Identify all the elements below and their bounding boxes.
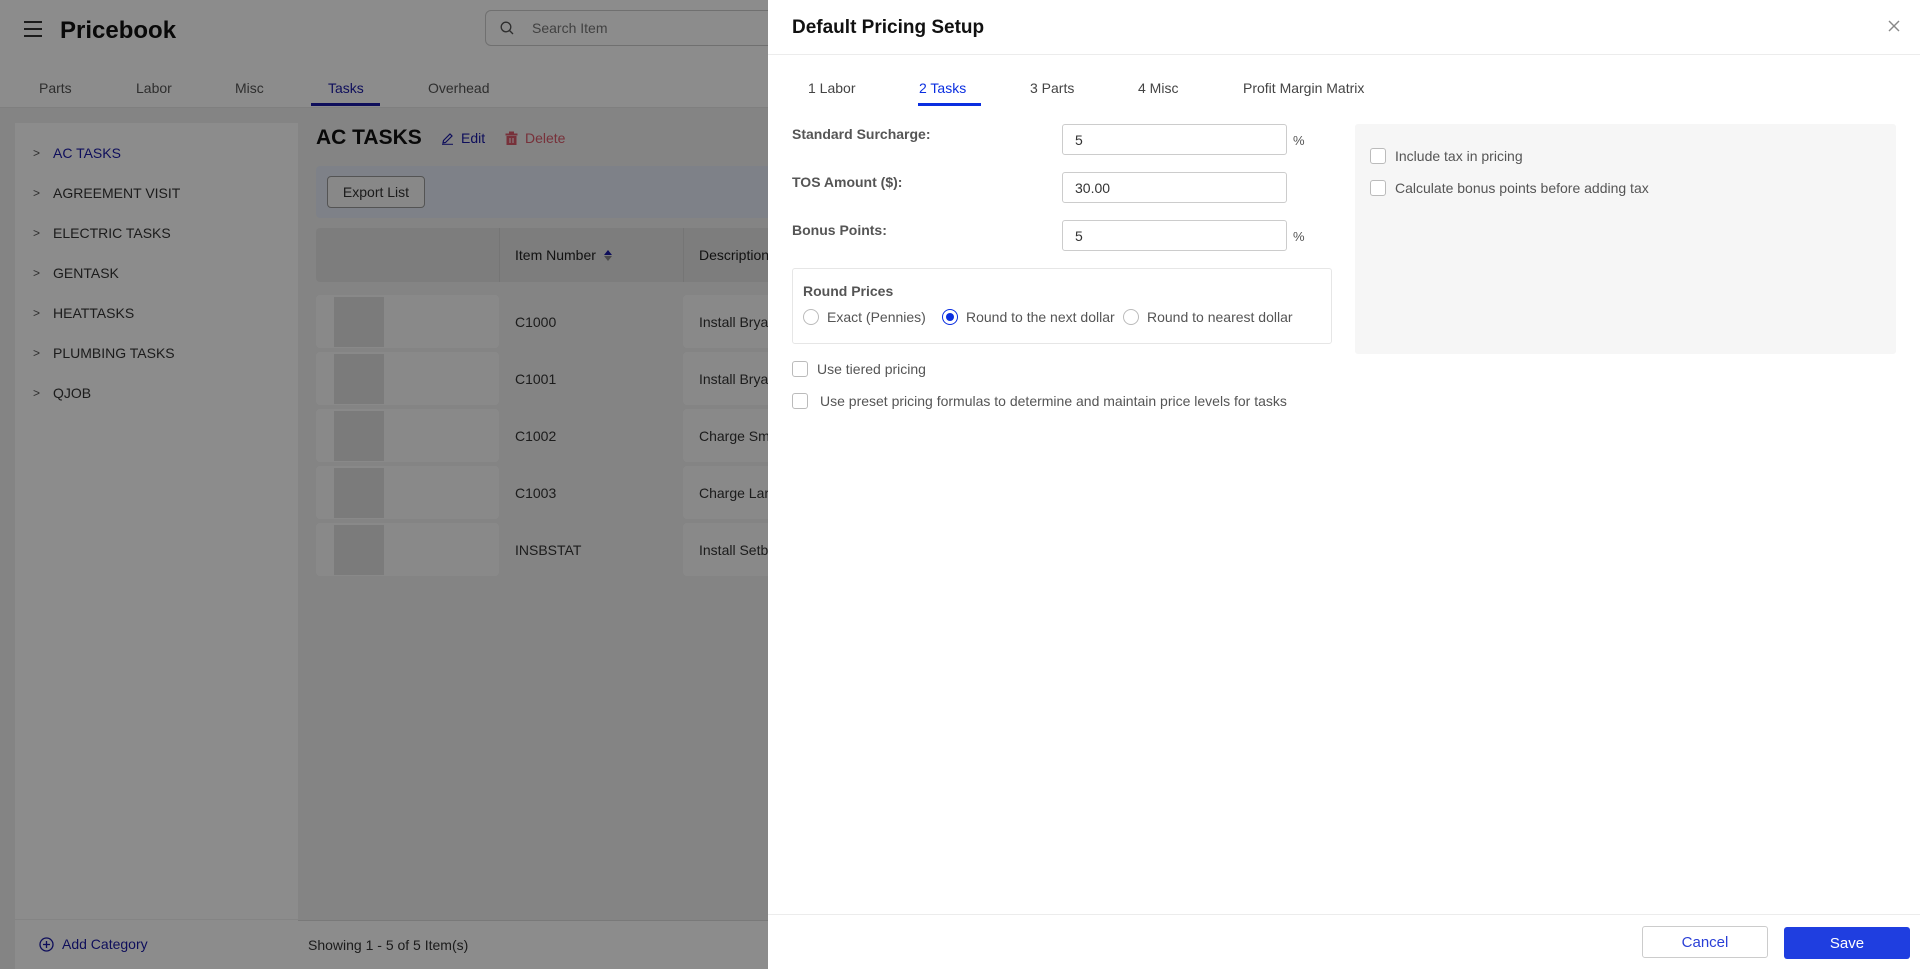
round-prices-title: Round Prices [803,283,894,299]
radio-button-selected[interactable] [942,309,958,325]
tiered-pricing-option[interactable]: Use tiered pricing [792,361,926,377]
radio-button[interactable] [1123,309,1139,325]
radio-label: Round to the next dollar [966,309,1115,325]
drawer-tab-parts[interactable]: 3 Parts [1030,80,1074,96]
drawer-title: Default Pricing Setup [792,17,985,38]
bonus-before-tax-option[interactable]: Calculate bonus points before adding tax [1370,180,1649,196]
checkbox[interactable] [792,393,808,409]
checkbox-label: Use tiered pricing [817,361,926,377]
preset-pricing-formulas-option[interactable]: Use preset pricing formulas to determine… [792,393,1287,409]
save-button[interactable]: Save [1784,927,1910,959]
tax-options-panel: Include tax in pricing Calculate bonus p… [1355,124,1896,354]
radio-button[interactable] [803,309,819,325]
drawer-tab-tasks[interactable]: 2 Tasks [919,80,966,96]
modal-backdrop[interactable] [0,0,768,969]
radio-label: Round to nearest dollar [1147,309,1293,325]
percent-unit: % [1293,229,1305,244]
standard-surcharge-input[interactable] [1062,124,1287,155]
radio-label: Exact (Pennies) [827,309,926,325]
bonus-points-input[interactable] [1062,220,1287,251]
tos-amount-label: TOS Amount ($): [792,174,903,190]
checkbox-label: Calculate bonus points before adding tax [1395,180,1649,196]
checkbox-label: Use preset pricing formulas to determine… [820,393,1287,409]
percent-unit: % [1293,133,1305,148]
tos-amount-input[interactable] [1062,172,1287,203]
include-tax-option[interactable]: Include tax in pricing [1370,148,1523,164]
cancel-button[interactable]: Cancel [1642,926,1768,958]
close-icon[interactable] [1886,18,1902,34]
checkbox[interactable] [1370,180,1386,196]
standard-surcharge-label: Standard Surcharge: [792,126,931,142]
footer-divider [768,914,1920,915]
round-prices-group: Round Prices Exact (Pennies) Round to th… [792,268,1332,344]
checkbox[interactable] [792,361,808,377]
checkbox[interactable] [1370,148,1386,164]
default-pricing-setup-drawer: Default Pricing Setup 1 Labor 2 Tasks 3 … [768,0,1920,969]
radio-round-next-dollar[interactable]: Round to the next dollar [942,309,1115,325]
drawer-tab-labor[interactable]: 1 Labor [808,80,855,96]
drawer-tab-misc[interactable]: 4 Misc [1138,80,1178,96]
bonus-points-label: Bonus Points: [792,222,887,238]
radio-exact-pennies[interactable]: Exact (Pennies) [803,309,926,325]
drawer-tab-profit-margin-matrix[interactable]: Profit Margin Matrix [1243,80,1364,96]
checkbox-label: Include tax in pricing [1395,148,1523,164]
header-divider [768,54,1920,55]
active-tab-indicator [918,103,981,106]
radio-round-nearest-dollar[interactable]: Round to nearest dollar [1123,309,1293,325]
